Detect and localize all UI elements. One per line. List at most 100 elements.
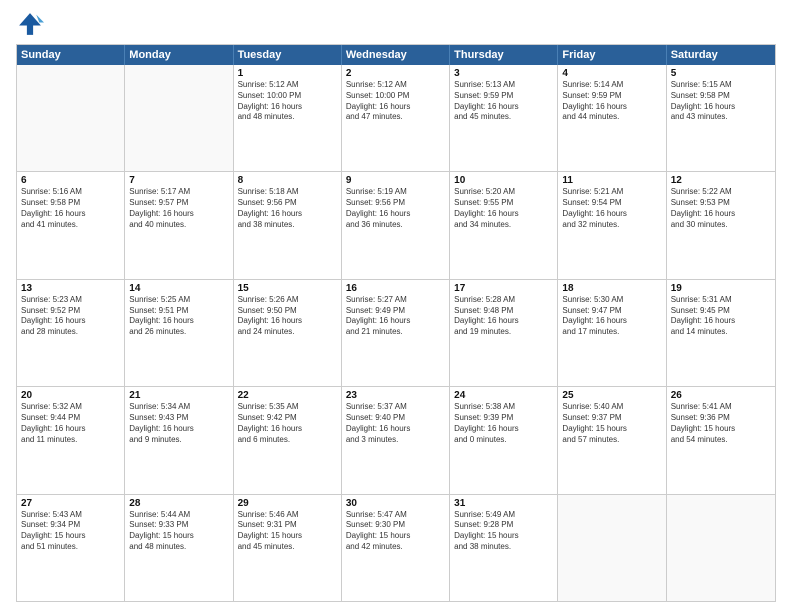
calendar-cell-r2c4: 17Sunrise: 5:28 AMSunset: 9:48 PMDayligh… [450,280,558,386]
day-number: 4 [562,68,661,79]
day-number: 21 [129,390,228,401]
day-number: 24 [454,390,553,401]
calendar-row-3: 13Sunrise: 5:23 AMSunset: 9:52 PMDayligh… [17,279,775,386]
day-number: 8 [238,175,337,186]
cell-info: Sunrise: 5:20 AMSunset: 9:55 PMDaylight:… [454,187,553,230]
calendar-cell-r4c4: 31Sunrise: 5:49 AMSunset: 9:28 PMDayligh… [450,495,558,601]
calendar-cell-r3c6: 26Sunrise: 5:41 AMSunset: 9:36 PMDayligh… [667,387,775,493]
day-number: 6 [21,175,120,186]
calendar-header: SundayMondayTuesdayWednesdayThursdayFrid… [17,45,775,65]
calendar-cell-r3c2: 22Sunrise: 5:35 AMSunset: 9:42 PMDayligh… [234,387,342,493]
cell-info: Sunrise: 5:43 AMSunset: 9:34 PMDaylight:… [21,510,120,553]
calendar-cell-r4c6 [667,495,775,601]
cell-info: Sunrise: 5:22 AMSunset: 9:53 PMDaylight:… [671,187,771,230]
calendar-cell-r0c0 [17,65,125,171]
weekday-header-monday: Monday [125,45,233,65]
day-number: 12 [671,175,771,186]
day-number: 11 [562,175,661,186]
calendar-cell-r0c3: 2Sunrise: 5:12 AMSunset: 10:00 PMDayligh… [342,65,450,171]
cell-info: Sunrise: 5:28 AMSunset: 9:48 PMDaylight:… [454,295,553,338]
cell-info: Sunrise: 5:23 AMSunset: 9:52 PMDaylight:… [21,295,120,338]
calendar-cell-r1c3: 9Sunrise: 5:19 AMSunset: 9:56 PMDaylight… [342,172,450,278]
day-number: 30 [346,498,445,509]
day-number: 13 [21,283,120,294]
weekday-header-tuesday: Tuesday [234,45,342,65]
day-number: 2 [346,68,445,79]
calendar-cell-r4c1: 28Sunrise: 5:44 AMSunset: 9:33 PMDayligh… [125,495,233,601]
calendar-cell-r3c3: 23Sunrise: 5:37 AMSunset: 9:40 PMDayligh… [342,387,450,493]
cell-info: Sunrise: 5:15 AMSunset: 9:58 PMDaylight:… [671,80,771,123]
cell-info: Sunrise: 5:40 AMSunset: 9:37 PMDaylight:… [562,402,661,445]
day-number: 3 [454,68,553,79]
day-number: 17 [454,283,553,294]
calendar-cell-r1c4: 10Sunrise: 5:20 AMSunset: 9:55 PMDayligh… [450,172,558,278]
cell-info: Sunrise: 5:44 AMSunset: 9:33 PMDaylight:… [129,510,228,553]
calendar-row-5: 27Sunrise: 5:43 AMSunset: 9:34 PMDayligh… [17,494,775,601]
calendar-cell-r3c0: 20Sunrise: 5:32 AMSunset: 9:44 PMDayligh… [17,387,125,493]
day-number: 10 [454,175,553,186]
calendar-grid: SundayMondayTuesdayWednesdayThursdayFrid… [16,44,776,602]
cell-info: Sunrise: 5:35 AMSunset: 9:42 PMDaylight:… [238,402,337,445]
calendar-cell-r4c0: 27Sunrise: 5:43 AMSunset: 9:34 PMDayligh… [17,495,125,601]
calendar-cell-r3c4: 24Sunrise: 5:38 AMSunset: 9:39 PMDayligh… [450,387,558,493]
calendar-cell-r1c0: 6Sunrise: 5:16 AMSunset: 9:58 PMDaylight… [17,172,125,278]
day-number: 22 [238,390,337,401]
calendar-cell-r2c2: 15Sunrise: 5:26 AMSunset: 9:50 PMDayligh… [234,280,342,386]
day-number: 16 [346,283,445,294]
calendar-cell-r4c3: 30Sunrise: 5:47 AMSunset: 9:30 PMDayligh… [342,495,450,601]
calendar-row-1: 1 Sunrise: 5:12 AMSunset: 10:00 PMDayligh… [17,65,775,171]
cell-info: Sunrise: 5:38 AMSunset: 9:39 PMDaylight:… [454,402,553,445]
calendar-cell-r2c1: 14Sunrise: 5:25 AMSunset: 9:51 PMDayligh… [125,280,233,386]
page-header [16,10,776,38]
calendar-cell-r2c5: 18Sunrise: 5:30 AMSunset: 9:47 PMDayligh… [558,280,666,386]
calendar-cell-r0c1 [125,65,233,171]
calendar-body: 1 Sunrise: 5:12 AMSunset: 10:00 PMDayligh… [17,65,775,601]
cell-info: Sunrise: 5:47 AMSunset: 9:30 PMDaylight:… [346,510,445,553]
day-number: 25 [562,390,661,401]
cell-info: Sunrise: 5:32 AMSunset: 9:44 PMDaylight:… [21,402,120,445]
cell-info: Sunrise: 5:27 AMSunset: 9:49 PMDaylight:… [346,295,445,338]
calendar-page: SundayMondayTuesdayWednesdayThursdayFrid… [0,0,792,612]
calendar-cell-r1c2: 8Sunrise: 5:18 AMSunset: 9:56 PMDaylight… [234,172,342,278]
cell-info: Sunrise: 5:26 AMSunset: 9:50 PMDaylight:… [238,295,337,338]
cell-info: Sunrise: 5:12 AMSunset: 10:00 PMDaylight… [346,80,445,123]
cell-info: Sunrise: 5:18 AMSunset: 9:56 PMDaylight:… [238,187,337,230]
cell-info: Sunrise: 5:49 AMSunset: 9:28 PMDaylight:… [454,510,553,553]
logo [16,10,48,38]
cell-info: Sunrise: 5:46 AMSunset: 9:31 PMDaylight:… [238,510,337,553]
day-number: 5 [671,68,771,79]
day-number: 19 [671,283,771,294]
day-number: 23 [346,390,445,401]
day-number: 31 [454,498,553,509]
day-number: 26 [671,390,771,401]
cell-info: Sunrise: 5:16 AMSunset: 9:58 PMDaylight:… [21,187,120,230]
calendar-cell-r1c6: 12Sunrise: 5:22 AMSunset: 9:53 PMDayligh… [667,172,775,278]
calendar-cell-r2c0: 13Sunrise: 5:23 AMSunset: 9:52 PMDayligh… [17,280,125,386]
calendar-cell-r3c1: 21Sunrise: 5:34 AMSunset: 9:43 PMDayligh… [125,387,233,493]
cell-info: Sunrise: 5:41 AMSunset: 9:36 PMDaylight:… [671,402,771,445]
day-number: 7 [129,175,228,186]
calendar-cell-r2c6: 19Sunrise: 5:31 AMSunset: 9:45 PMDayligh… [667,280,775,386]
cell-info: Sunrise: 5:34 AMSunset: 9:43 PMDaylight:… [129,402,228,445]
logo-icon [16,10,44,38]
day-number: 20 [21,390,120,401]
calendar-cell-r0c4: 3Sunrise: 5:13 AMSunset: 9:59 PMDaylight… [450,65,558,171]
day-number: 29 [238,498,337,509]
weekday-header-wednesday: Wednesday [342,45,450,65]
calendar-cell-r3c5: 25Sunrise: 5:40 AMSunset: 9:37 PMDayligh… [558,387,666,493]
calendar-cell-r1c1: 7Sunrise: 5:17 AMSunset: 9:57 PMDaylight… [125,172,233,278]
calendar-row-4: 20Sunrise: 5:32 AMSunset: 9:44 PMDayligh… [17,386,775,493]
day-number: 9 [346,175,445,186]
cell-info: Sunrise: 5:37 AMSunset: 9:40 PMDaylight:… [346,402,445,445]
cell-info: Sunrise: 5:17 AMSunset: 9:57 PMDaylight:… [129,187,228,230]
day-number: 28 [129,498,228,509]
calendar-cell-r2c3: 16Sunrise: 5:27 AMSunset: 9:49 PMDayligh… [342,280,450,386]
day-number: 1 [238,68,337,79]
cell-info: Sunrise: 5:14 AMSunset: 9:59 PMDaylight:… [562,80,661,123]
day-number: 15 [238,283,337,294]
day-number: 18 [562,283,661,294]
cell-info: Sunrise: 5:30 AMSunset: 9:47 PMDaylight:… [562,295,661,338]
cell-info: Sunrise: 5:19 AMSunset: 9:56 PMDaylight:… [346,187,445,230]
weekday-header-thursday: Thursday [450,45,558,65]
calendar-cell-r1c5: 11Sunrise: 5:21 AMSunset: 9:54 PMDayligh… [558,172,666,278]
